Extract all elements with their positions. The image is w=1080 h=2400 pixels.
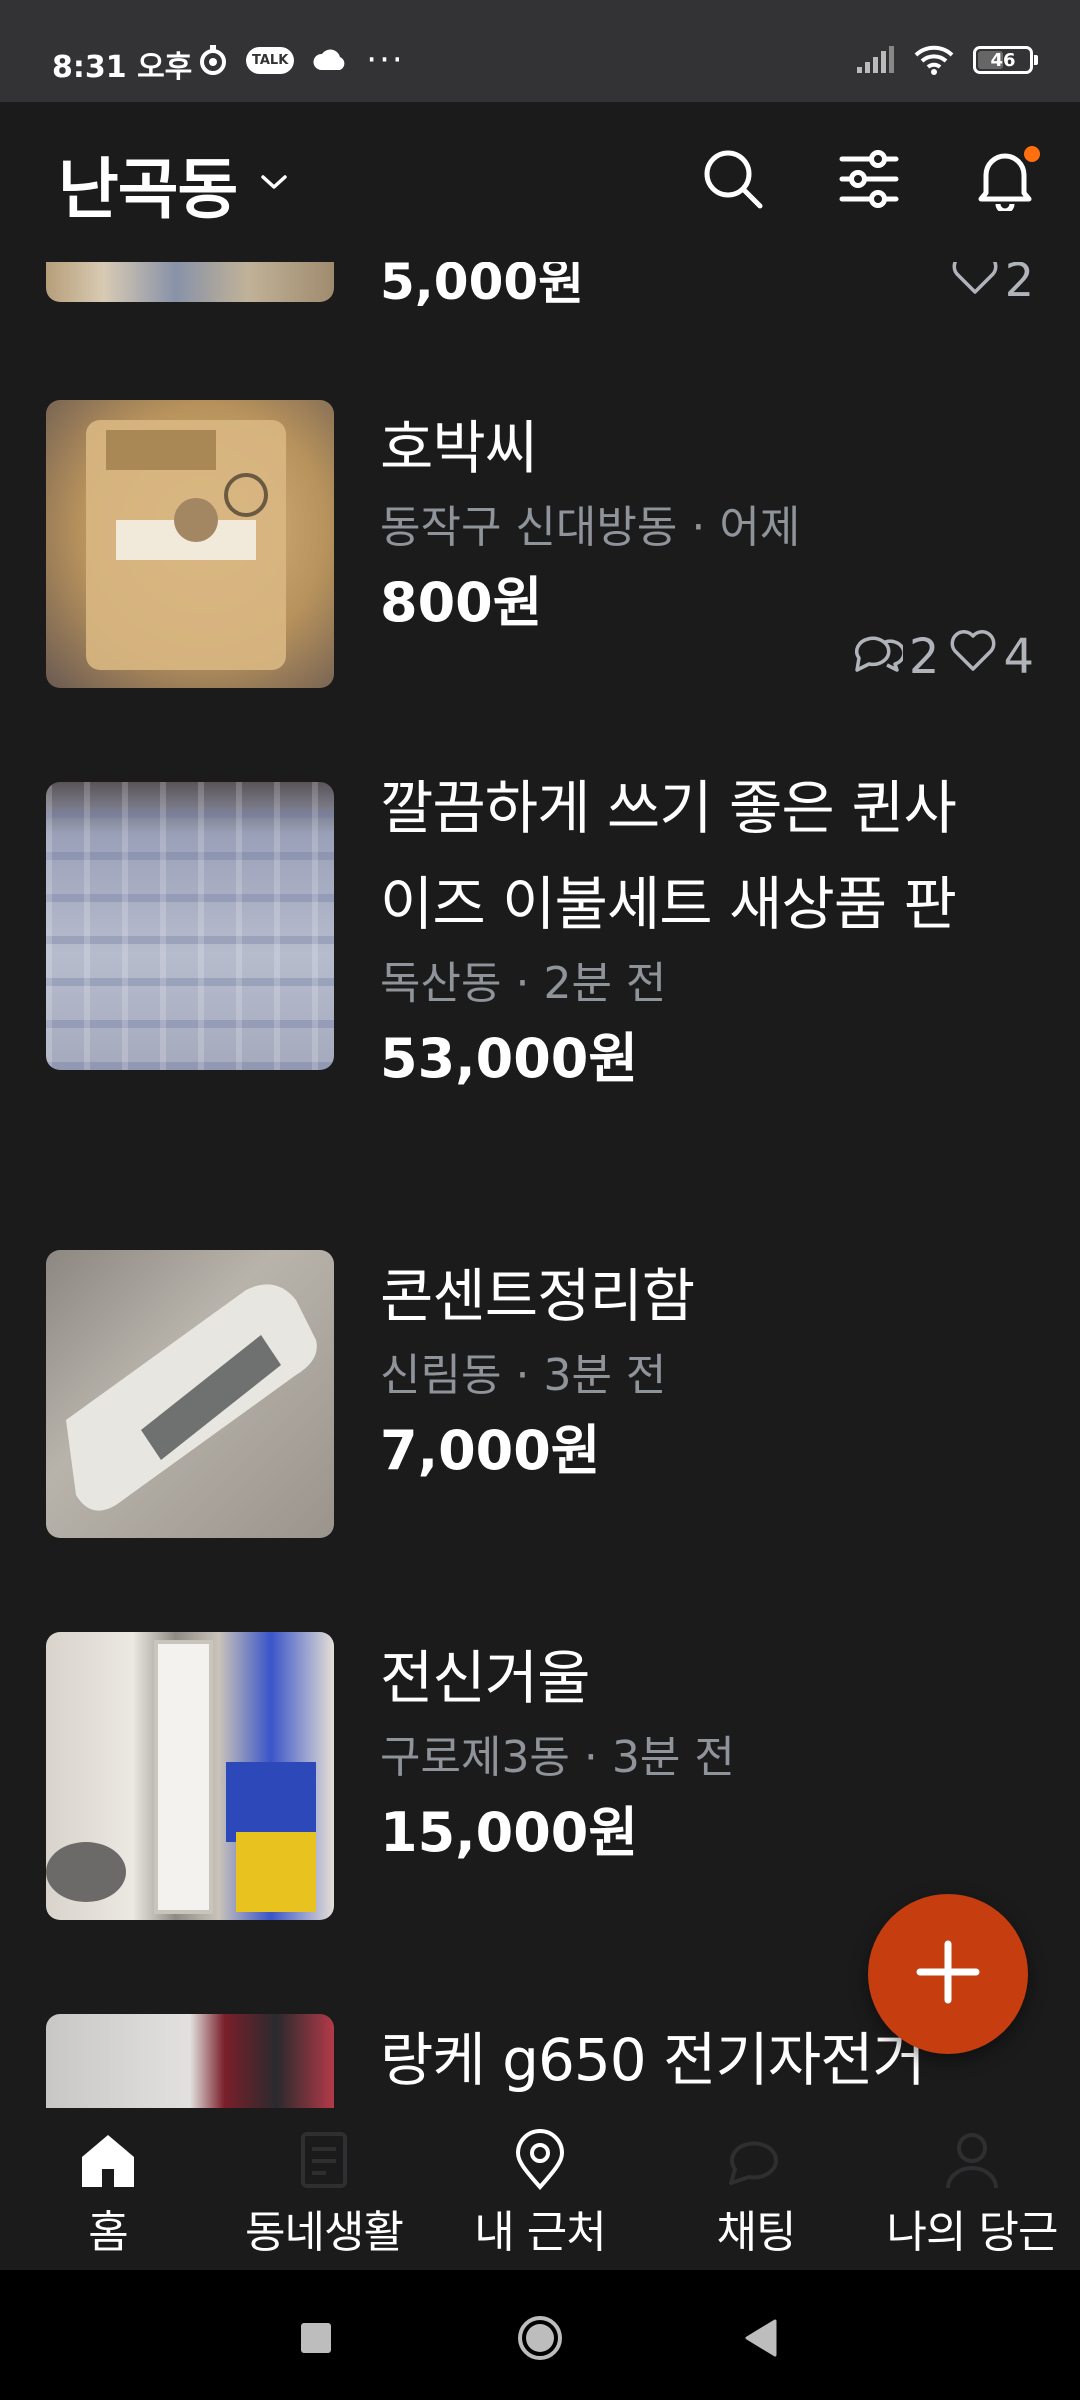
product-meta: 구로제3동 · 3분 전 xyxy=(380,1726,1034,1790)
nav-chat[interactable]: 채팅 xyxy=(648,2108,864,2270)
like-count: 2 xyxy=(951,262,1034,307)
product-price: 15,000원 xyxy=(380,1801,639,1864)
status-system-icons: 46 xyxy=(855,44,1038,76)
product-time: 어제 xyxy=(719,502,801,553)
heart-icon xyxy=(951,262,999,307)
status-time: 8:31 오후 xyxy=(52,50,193,85)
product-time: 2분 전 xyxy=(543,958,667,1009)
product-location: 구로제3동 xyxy=(380,1732,570,1783)
product-thumbnail xyxy=(46,2014,334,2108)
chat-bubbles-icon xyxy=(851,628,906,686)
cloud-icon xyxy=(312,48,348,72)
product-stats: 2 4 xyxy=(851,628,1034,686)
filter-button[interactable] xyxy=(834,146,904,216)
product-meta: 신림동 · 3분 전 xyxy=(380,1344,1034,1408)
more-notifications-icon: ··· xyxy=(366,40,405,80)
notifications-button[interactable] xyxy=(970,146,1040,216)
nav-nearby[interactable]: 내 근처 xyxy=(432,2108,648,2270)
list-item[interactable]: 콘센트정리함 신림동 · 3분 전 7,000원 xyxy=(0,1250,1080,1540)
kakaotalk-icon: TALK xyxy=(246,46,295,74)
nav-label: 홈 xyxy=(88,2207,128,2258)
recents-button[interactable] xyxy=(286,2310,346,2370)
like-count: 4 xyxy=(949,629,1034,685)
circle-icon xyxy=(516,2314,564,2366)
meta-separator: · xyxy=(583,1732,598,1783)
nav-label: 나의 당근 xyxy=(886,2207,1059,2258)
list-item[interactable]: 깔끔하게 쓰기 좋은 퀸사 이즈 이불세트 새상품 판 독산동 · 2분 전 53,… xyxy=(0,774,1080,1182)
chat-count: 2 xyxy=(851,628,940,686)
list-item[interactable]: 전신거울 구로제3동 · 3분 전 15,000원 xyxy=(0,1632,1080,1922)
location-selector[interactable]: 난곡동 xyxy=(58,136,289,232)
nav-home[interactable]: 홈 xyxy=(0,2108,216,2270)
app-header: 난곡동 xyxy=(0,102,1080,262)
meta-separator: · xyxy=(515,958,530,1009)
system-navigation-bar xyxy=(0,2270,1080,2400)
product-thumbnail xyxy=(46,782,334,1070)
home-button[interactable] xyxy=(510,2310,570,2370)
home-icon xyxy=(78,2128,138,2192)
nav-neighborhood[interactable]: 동네생활 xyxy=(216,2108,432,2270)
like-count-value: 2 xyxy=(1004,262,1034,307)
product-title: 전신거울 xyxy=(380,1644,590,1712)
product-feed[interactable]: 5,000원 2 호박씨 동작구 신대방동 · 어제 800원 2 4 깔끔하게… xyxy=(0,262,1080,2108)
product-location: 독산동 xyxy=(380,958,502,1009)
document-icon xyxy=(300,2128,348,2192)
list-item[interactable]: 5,000원 2 xyxy=(0,262,1080,311)
status-notification-icons: TALK ··· xyxy=(198,40,405,80)
product-thumbnail xyxy=(46,1632,334,1920)
back-button[interactable] xyxy=(730,2310,790,2370)
location-pin-icon xyxy=(514,2128,566,2192)
product-thumbnail xyxy=(46,400,334,688)
wifi-icon xyxy=(913,44,955,76)
like-count-value: 4 xyxy=(1003,629,1034,685)
product-location: 동작구 신대방동 xyxy=(380,502,678,553)
chat-count-value: 2 xyxy=(908,629,940,685)
product-meta: 동작구 신대방동 · 어제 xyxy=(380,496,1034,560)
location-name: 난곡동 xyxy=(58,151,238,228)
bottom-navigation: 홈 동네생활 내 근처 채팅 나의 당근 xyxy=(0,2108,1080,2270)
product-price: 7,000원 xyxy=(380,1419,601,1482)
signal-icon xyxy=(855,45,895,75)
heart-icon xyxy=(949,629,997,685)
chevron-down-icon xyxy=(259,172,289,196)
list-item[interactable]: 호박씨 동작구 신대방동 · 어제 800원 2 4 xyxy=(0,400,1080,690)
product-title: 호박씨 xyxy=(380,414,538,482)
square-icon xyxy=(300,2322,332,2358)
product-title-line-1: 깔끔하게 쓰기 좋은 퀸사 xyxy=(380,774,957,842)
battery-level: 46 xyxy=(990,49,1016,71)
nav-label: 동네생활 xyxy=(245,2207,404,2258)
product-time: 3분 전 xyxy=(611,1732,735,1783)
product-thumbnail xyxy=(46,1250,334,1538)
meta-separator: · xyxy=(691,502,706,553)
nav-label: 채팅 xyxy=(716,2207,797,2258)
product-title: 콘센트정리함 xyxy=(380,1262,695,1330)
product-meta: 독산동 · 2분 전 xyxy=(380,952,1034,1016)
search-button[interactable] xyxy=(698,146,768,216)
search-icon xyxy=(702,148,764,214)
nav-label: 내 근처 xyxy=(474,2207,606,2258)
stopwatch-icon xyxy=(198,44,228,76)
plus-icon xyxy=(916,1940,980,2008)
sliders-icon xyxy=(838,150,900,212)
back-triangle-icon xyxy=(743,2319,777,2361)
chat-icon xyxy=(725,2128,787,2192)
product-time: 3분 전 xyxy=(543,1350,667,1401)
product-location: 신림동 xyxy=(380,1350,502,1401)
meta-separator: · xyxy=(515,1350,530,1401)
person-icon xyxy=(944,2128,1000,2192)
product-title-line-2: 이즈 이불세트 새상품 판 xyxy=(380,870,957,938)
product-price: 5,000원 xyxy=(380,262,585,311)
product-thumbnail xyxy=(46,262,334,302)
status-bar: 8:31 오후 TALK ··· 46 xyxy=(0,0,1080,102)
product-price: 53,000원 xyxy=(380,1027,639,1090)
battery-icon: 46 xyxy=(973,46,1038,74)
write-post-button[interactable] xyxy=(868,1894,1028,2054)
nav-my-carrot[interactable]: 나의 당근 xyxy=(864,2108,1080,2270)
notification-badge xyxy=(1024,146,1040,162)
